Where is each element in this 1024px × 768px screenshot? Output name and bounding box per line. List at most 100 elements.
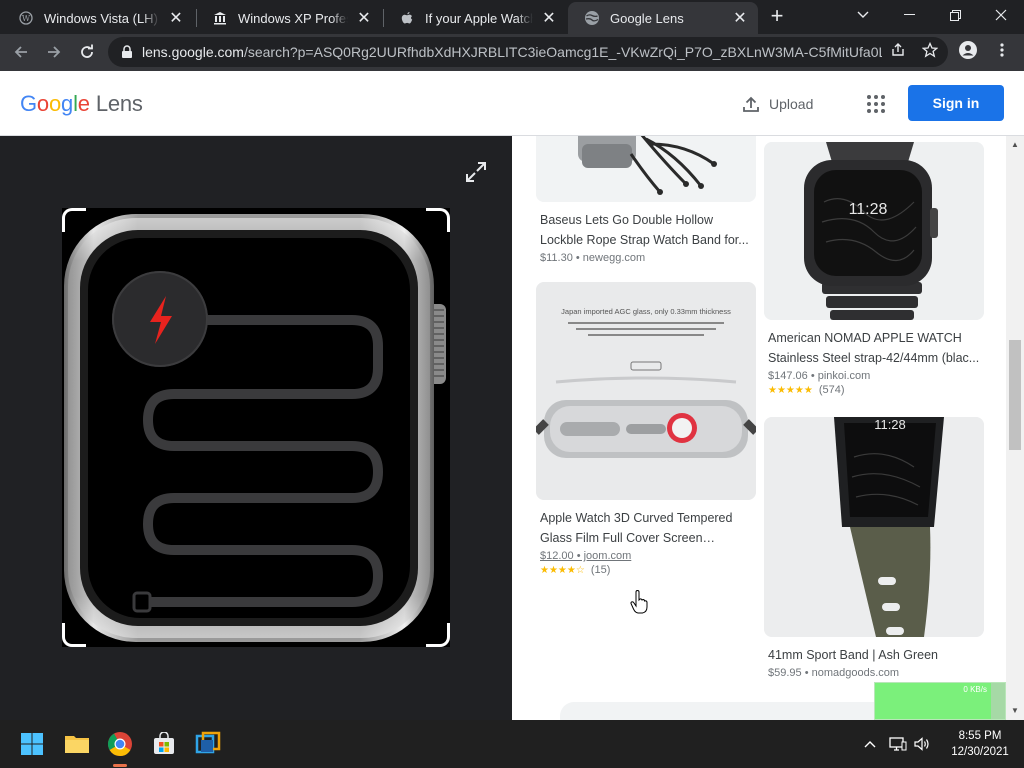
result-price: $59.95 • nomadgoods.com: [768, 667, 900, 679]
virtualbox-button[interactable]: [192, 728, 224, 760]
crop-handle[interactable]: [62, 208, 86, 232]
sign-in-button[interactable]: Sign in: [908, 85, 1004, 121]
close-icon[interactable]: ✕: [166, 8, 186, 28]
network-tray-icon[interactable]: [888, 734, 908, 754]
tab-apple-watch[interactable]: If your Apple Watch won't charge ✕: [383, 2, 567, 34]
expand-icon: [466, 162, 486, 182]
result-thumbnail: 11:28: [764, 142, 984, 320]
restore-button[interactable]: [932, 0, 978, 30]
scroll-down-icon[interactable]: ▼: [1011, 706, 1019, 715]
crop-handle[interactable]: [426, 208, 450, 232]
minimize-button[interactable]: [886, 0, 932, 30]
close-icon[interactable]: ✕: [354, 8, 374, 28]
menu-button[interactable]: [992, 40, 1012, 60]
result-rating: ★★★★☆ (15): [536, 564, 756, 576]
close-icon[interactable]: ✕: [539, 8, 559, 28]
browser-toolbar: lens.google.com/search?p=ASQ0Rg2UURfhdbX…: [0, 34, 1024, 71]
crop-handle[interactable]: [426, 623, 450, 647]
museum-icon: [212, 10, 228, 26]
result-rating: ★★★★★ (574): [764, 384, 984, 396]
new-tab-button[interactable]: +: [765, 5, 789, 29]
result-thumbnail: 11:28: [764, 417, 984, 637]
more-vert-icon: [1000, 43, 1004, 57]
active-app-indicator: [113, 764, 127, 767]
monitor-network-icon: [889, 737, 907, 751]
google-apps-button[interactable]: [865, 93, 887, 115]
page-scrollbar[interactable]: ▲ ▼: [1006, 136, 1024, 720]
tab-title: Windows XP Professional: [238, 10, 348, 26]
reload-icon: [81, 44, 93, 58]
taskbar: 8:55 PM 12/30/2021: [0, 720, 1024, 768]
result-title: American NOMAD APPLE WATCH Stainless Ste…: [768, 331, 980, 365]
address-bar[interactable]: lens.google.com/search?p=ASQ0Rg2UURfhdbX…: [108, 37, 948, 67]
close-icon: [995, 9, 1007, 21]
google-wordmark: G: [20, 91, 37, 116]
tab-windows-xp[interactable]: Windows XP Professional ✕: [196, 2, 382, 34]
reload-button[interactable]: [74, 39, 100, 65]
profile-button[interactable]: [958, 40, 978, 60]
result-card[interactable]: Baseus Lets Go Double Hollow Lockble Rop…: [536, 136, 756, 264]
visual-matches: Baseus Lets Go Double Hollow Lockble Rop…: [512, 136, 1006, 720]
result-title: Apple Watch 3D Curved Tempered Glass Fil…: [540, 511, 733, 545]
result-card[interactable]: 11:28 41mm Sport Band | Ash Green $59.95…: [764, 417, 984, 679]
tab-google-lens[interactable]: Google Lens ✕: [568, 2, 758, 34]
arrow-right-icon: [48, 46, 61, 58]
result-card[interactable]: Japan imported AGC glass, only 0.33mm th…: [536, 282, 756, 576]
network-speed-widget[interactable]: 0 KB/s: [874, 682, 1006, 720]
tab-title: Google Lens: [610, 10, 684, 26]
close-window-button[interactable]: [978, 0, 1024, 30]
scroll-up-icon[interactable]: ▲: [1011, 140, 1019, 149]
start-button[interactable]: [16, 728, 48, 760]
chrome-icon: [107, 732, 132, 757]
share-button[interactable]: [888, 40, 908, 60]
system-clock[interactable]: 8:55 PM 12/30/2021: [940, 728, 1020, 760]
result-card[interactable]: 11:28 American NOMAD APPLE WATCH Stainle…: [764, 142, 984, 396]
tab-strip: W Windows Vista (LH) Beta ✕ Windows XP P…: [0, 0, 1024, 34]
chevron-down-icon: [857, 11, 869, 18]
widget-side-controls[interactable]: [991, 683, 1005, 719]
microsoft-store-button[interactable]: [148, 728, 180, 760]
google-lens-logo[interactable]: Google Lens: [20, 91, 143, 117]
apple-watch-image: [64, 214, 446, 642]
apple-icon: [399, 10, 415, 26]
virtualbox-icon: [195, 731, 221, 754]
tab-search-button[interactable]: [840, 0, 886, 30]
result-card-partial: [560, 702, 920, 720]
chrome-button[interactable]: [104, 728, 136, 760]
scrollbar-thumb[interactable]: [1009, 340, 1021, 450]
review-count: (574): [818, 384, 845, 396]
clock-date: 12/30/2021: [951, 746, 1009, 758]
wordpress-icon: W: [18, 10, 34, 26]
watch-time: 11:28: [849, 201, 888, 218]
file-explorer-button[interactable]: [61, 728, 93, 760]
folder-icon: [65, 736, 89, 753]
hand-cursor-icon: [630, 590, 648, 614]
show-hidden-icons-button[interactable]: [860, 734, 880, 754]
arrow-left-icon: [14, 46, 27, 58]
bookmark-button[interactable]: [920, 40, 940, 60]
fullscreen-button[interactable]: [464, 160, 488, 184]
url-text: lens.google.com/search?p=ASQ0Rg2UURfhdbX…: [142, 44, 882, 60]
svg-text:W: W: [22, 14, 31, 23]
review-count: (15): [590, 564, 611, 576]
apps-grid-icon: [867, 95, 885, 113]
query-image-pane: [0, 136, 512, 720]
upload-button[interactable]: Upload: [742, 93, 813, 115]
result-price: $12.00 • joom.com: [540, 550, 632, 562]
crop-handle[interactable]: [62, 623, 86, 647]
windows-icon: [21, 733, 43, 755]
upload-label: Upload: [769, 96, 814, 112]
volume-tray-icon[interactable]: [912, 734, 932, 754]
store-icon: [154, 732, 174, 754]
result-title: 41mm Sport Band | Ash Green: [768, 648, 939, 662]
result-price: $147.06 • pinkoi.com: [768, 370, 871, 382]
speaker-icon: [914, 737, 929, 751]
query-image[interactable]: [62, 208, 450, 647]
chevron-up-icon: [864, 741, 876, 748]
close-icon[interactable]: ✕: [730, 8, 750, 28]
forward-button[interactable]: [41, 39, 67, 65]
tab-windows-vista[interactable]: W Windows Vista (LH) Beta ✕: [2, 2, 194, 34]
back-button[interactable]: [8, 39, 34, 65]
restore-icon: [949, 9, 961, 21]
lock-icon: [122, 45, 132, 58]
